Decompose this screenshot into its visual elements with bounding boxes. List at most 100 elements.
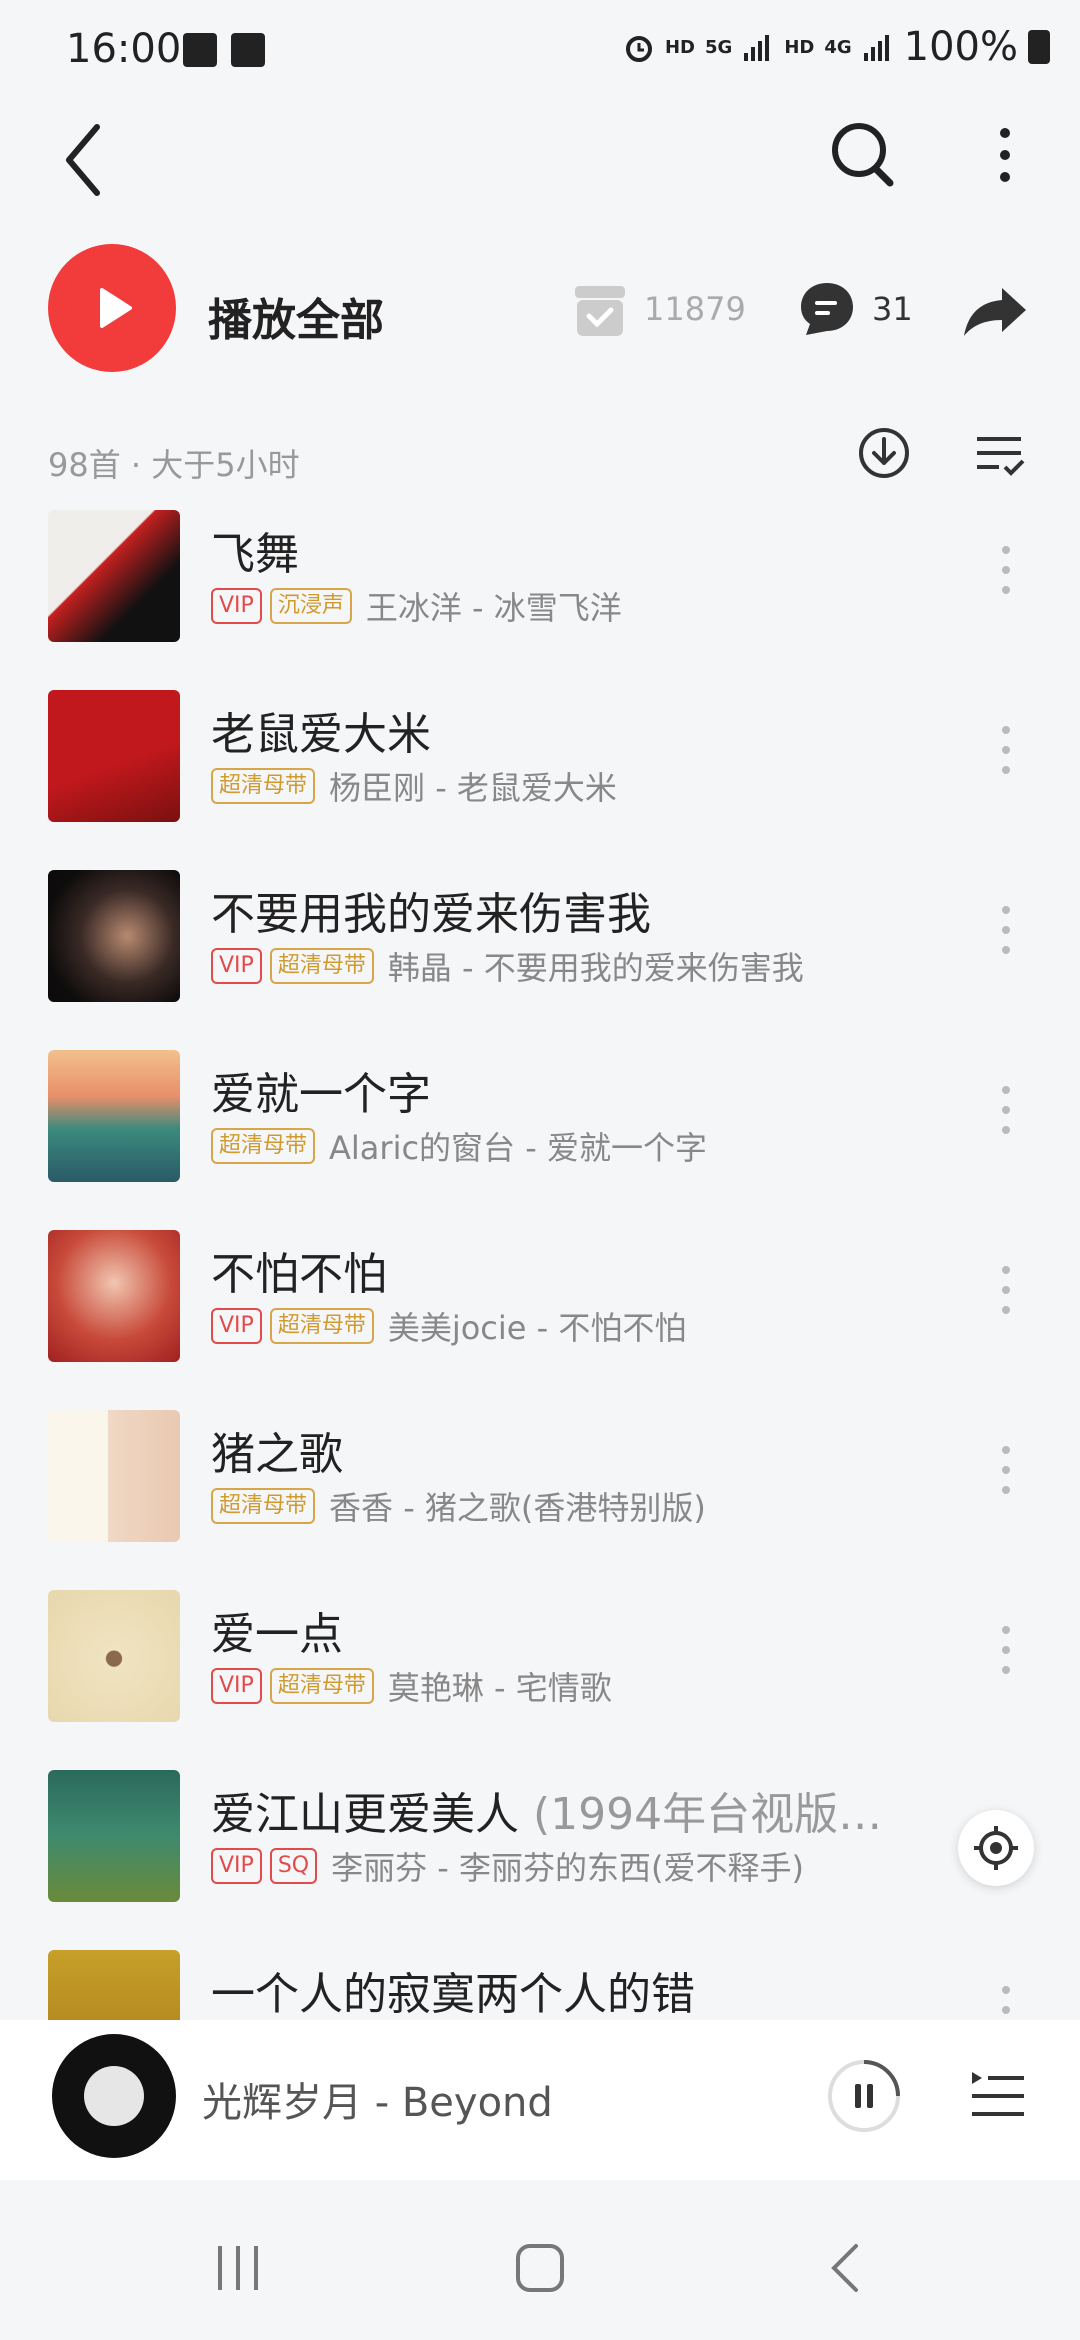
album-cover — [48, 1410, 180, 1542]
system-nav-bar — [0, 2200, 1080, 2340]
mini-player[interactable]: 光辉岁月 - Beyond — [0, 2020, 1080, 2180]
quality-badge: 超清母带 — [211, 1128, 316, 1164]
song-meta: VIP 沉浸声 王冰洋 - 冰雪飞洋 — [211, 583, 622, 629]
now-playing-title[interactable]: 光辉岁月 - Beyond — [202, 2070, 553, 2128]
network-4g: 4G — [824, 36, 852, 58]
album-cover — [48, 510, 180, 642]
vip-badge: VIP — [211, 948, 262, 984]
signal-icon-2 — [863, 35, 889, 61]
song-artist: 李丽芬 - 李丽芬的东西(爱不释手) — [331, 1849, 804, 1887]
song-title: 飞舞 — [211, 529, 299, 580]
recent-apps-icon[interactable] — [214, 2242, 262, 2294]
song-more-icon[interactable] — [1000, 900, 1012, 960]
song-title: 不要用我的爱来伤害我 — [211, 889, 651, 940]
disc-label — [84, 2066, 144, 2126]
collect-count: 11879 — [644, 290, 746, 328]
vip-badge: VIP — [211, 1848, 262, 1884]
signal-icon — [744, 35, 770, 61]
album-cover — [48, 1230, 180, 1362]
song-artist: 王冰洋 - 冰雪飞洋 — [365, 589, 622, 627]
checkbox-notification-icon — [231, 33, 265, 67]
album-cover — [48, 870, 180, 1002]
top-nav — [0, 105, 1080, 225]
song-row[interactable]: 爱就一个字 超清母带 Alaric的窗台 - 爱就一个字 — [0, 1040, 1080, 1220]
home-icon[interactable] — [514, 2242, 566, 2294]
search-icon[interactable] — [826, 113, 898, 193]
play-all-label[interactable]: 播放全部 — [208, 284, 384, 348]
system-back-icon[interactable] — [826, 2242, 866, 2294]
song-artist: 香香 - 猪之歌(香港特别版) — [329, 1489, 706, 1527]
song-title: 爱就一个字 — [211, 1069, 431, 1120]
quality-badge: 超清母带 — [269, 1308, 374, 1344]
vip-badge: VIP — [211, 588, 262, 624]
collect-icon[interactable] — [573, 284, 627, 338]
song-row[interactable]: 不要用我的爱来伤害我 VIP 超清母带 韩晶 - 不要用我的爱来伤害我 — [0, 860, 1080, 1040]
song-row[interactable]: 老鼠爱大米 超清母带 杨臣刚 - 老鼠爱大米 — [0, 680, 1080, 860]
pause-icon[interactable] — [826, 2058, 902, 2134]
gallery-notification-icon — [183, 33, 217, 67]
quality-badge: 沉浸声 — [269, 588, 352, 624]
song-meta: 超清母带 香香 - 猪之歌(香港特别版) — [211, 1483, 706, 1529]
song-title: 不怕不怕 — [211, 1249, 387, 1300]
sq-badge: SQ — [269, 1848, 318, 1884]
album-cover — [48, 1590, 180, 1722]
more-vertical-icon[interactable] — [990, 115, 1020, 195]
locate-current-button[interactable] — [958, 1810, 1034, 1886]
status-right: HD 5G HD 4G 100% — [623, 24, 1050, 70]
now-playing-disc[interactable] — [52, 2034, 176, 2158]
song-more-icon[interactable] — [1000, 1620, 1012, 1680]
song-row[interactable]: 爱一点 VIP 超清母带 莫艳琳 - 宅情歌 — [0, 1580, 1080, 1760]
vip-badge: VIP — [211, 1668, 262, 1704]
back-arrow-icon[interactable] — [55, 115, 115, 205]
song-artist: Alaric的窗台 - 爱就一个字 — [329, 1129, 707, 1167]
network-hd-2: HD — [784, 36, 815, 58]
song-more-icon[interactable] — [1000, 1980, 1012, 2020]
song-artist: 莫艳琳 - 宅情歌 — [387, 1669, 612, 1707]
play-all-button[interactable] — [48, 244, 176, 372]
vip-badge: VIP — [211, 1308, 262, 1344]
battery-icon — [1028, 30, 1050, 64]
network-hd-1: HD — [664, 36, 695, 58]
song-meta: 超清母带 Alaric的窗台 - 爱就一个字 — [211, 1123, 707, 1169]
song-meta: VIP 超清母带 莫艳琳 - 宅情歌 — [211, 1663, 612, 1709]
song-more-icon[interactable] — [1000, 1260, 1012, 1320]
network-5g: 5G — [705, 36, 733, 58]
song-row[interactable]: 不怕不怕 VIP 超清母带 美美jocie - 不怕不怕 — [0, 1220, 1080, 1400]
song-row[interactable]: 猪之歌 超清母带 香香 - 猪之歌(香港特别版) — [0, 1400, 1080, 1580]
comment-icon[interactable] — [798, 280, 856, 338]
comment-count: 31 — [872, 290, 913, 328]
status-time: 16:00 — [66, 26, 182, 72]
album-cover — [48, 690, 180, 822]
album-cover — [48, 1770, 180, 1902]
quality-badge: 超清母带 — [211, 1488, 316, 1524]
quality-badge: 超清母带 — [211, 768, 316, 804]
quality-badge: 超清母带 — [269, 948, 374, 984]
status-bar: 16:00 HD 5G HD 4G 100% — [0, 0, 1080, 105]
song-more-icon[interactable] — [1000, 1440, 1012, 1500]
share-icon[interactable] — [962, 284, 1028, 338]
song-title: 一个人的寂寞两个人的错 — [211, 1969, 695, 2020]
song-list: 飞舞 VIP 沉浸声 王冰洋 - 冰雪飞洋 老鼠爱大米 超清母带 杨臣刚 - 老… — [0, 500, 1080, 2020]
play-icon — [100, 288, 132, 328]
song-more-icon[interactable] — [1000, 1080, 1012, 1140]
song-summary: 98首 · 大于5小时 — [48, 446, 300, 484]
song-title: 爱江山更爱美人 (1994年台视版… — [211, 1789, 883, 1840]
song-artist: 杨臣刚 - 老鼠爱大米 — [329, 769, 617, 807]
download-icon[interactable] — [856, 425, 912, 481]
battery-percent: 100% — [903, 24, 1018, 70]
status-notification-icons — [183, 33, 265, 67]
song-title: 老鼠爱大米 — [211, 709, 431, 760]
album-cover — [48, 1050, 180, 1182]
song-row[interactable]: 飞舞 VIP 沉浸声 王冰洋 - 冰雪飞洋 — [0, 500, 1080, 680]
song-row[interactable]: 爱江山更爱美人 (1994年台视版… VIP SQ 李丽芬 - 李丽芬的东西(爱… — [0, 1760, 1080, 1940]
song-more-icon[interactable] — [1000, 720, 1012, 780]
song-artist: 美美jocie - 不怕不怕 — [387, 1309, 687, 1347]
song-more-icon[interactable] — [1000, 540, 1012, 600]
song-title: 猪之歌 — [211, 1429, 343, 1480]
batch-manage-icon[interactable] — [975, 433, 1027, 477]
song-row[interactable]: 一个人的寂寞两个人的错 — [0, 1940, 1080, 2020]
song-artist: 韩晶 - 不要用我的爱来伤害我 — [387, 949, 804, 987]
alarm-icon — [625, 36, 652, 62]
playlist-queue-icon[interactable] — [970, 2068, 1026, 2124]
song-title: 爱一点 — [211, 1609, 343, 1660]
